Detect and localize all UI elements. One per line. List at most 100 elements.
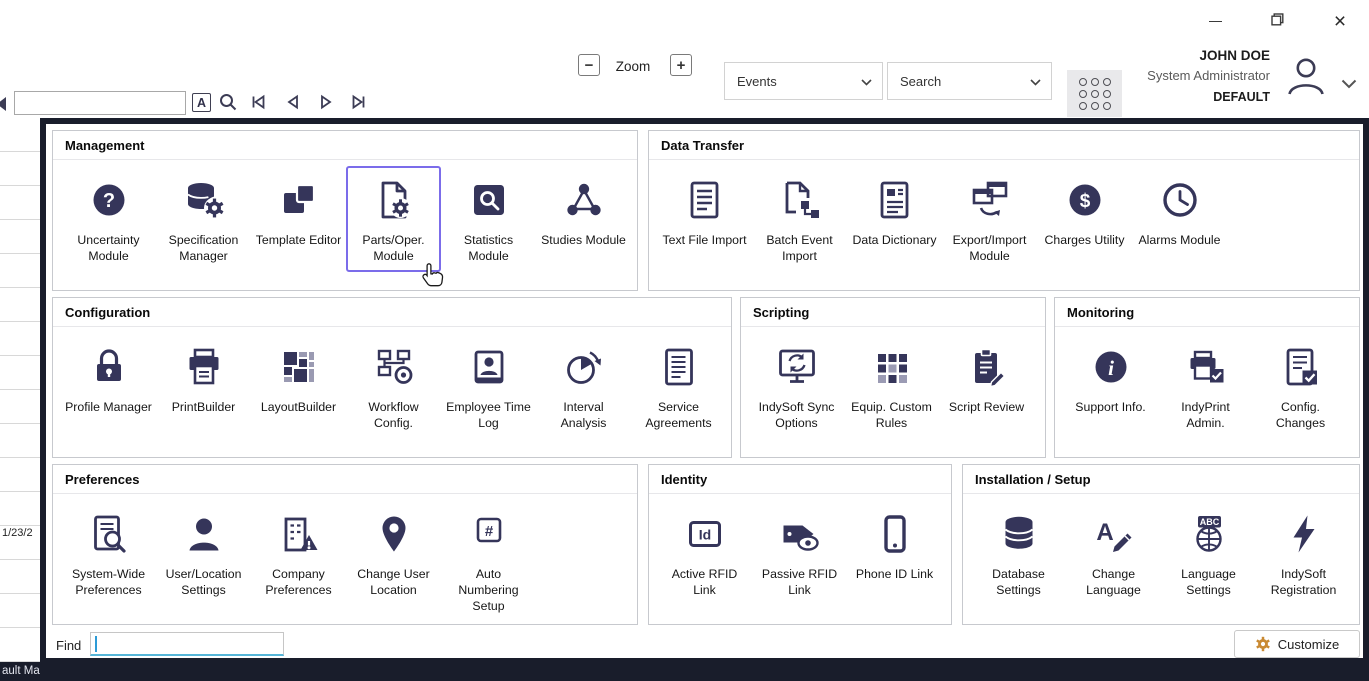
tile-interval-analysis[interactable]: Interval Analysis (536, 333, 631, 439)
tile-label: Change Language (1068, 566, 1159, 598)
tile-alarms-module[interactable]: Alarms Module (1132, 166, 1227, 256)
tile-database-settings[interactable]: Database Settings (971, 500, 1066, 606)
tile-label: Active RFID Link (659, 566, 750, 598)
user-profile: DEFAULT (1120, 90, 1270, 104)
tile-system-wide-preferences[interactable]: System-Wide Preferences (61, 500, 156, 606)
tile-company-preferences[interactable]: Company Preferences (251, 500, 346, 606)
window-restore-button[interactable] (1258, 8, 1296, 34)
tile-batch-event-import[interactable]: Batch Event Import (752, 166, 847, 272)
customize-gear-icon (1255, 636, 1271, 652)
tile-service-agreements[interactable]: Service Agreements (631, 333, 726, 439)
zoom-in-button[interactable]: + (670, 54, 692, 76)
tile-indyprint-admin[interactable]: IndyPrint Admin. (1158, 333, 1253, 439)
search-dropdown[interactable]: Search (887, 62, 1052, 100)
customize-button[interactable]: Customize (1234, 630, 1360, 658)
tile-indysoft-registration[interactable]: IndySoft Registration (1256, 500, 1351, 606)
tile-charges-utility[interactable]: $ Charges Utility (1037, 166, 1132, 256)
quick-search-input[interactable] (14, 91, 186, 115)
tile-label: PrintBuilder (170, 399, 238, 415)
group-title: Monitoring (1055, 298, 1359, 327)
tile-auto-numbering-setup[interactable]: #Auto Numbering Setup (441, 500, 536, 623)
tile-label: Export/Import Module (944, 232, 1035, 264)
tile-support-info[interactable]: i Support Info. (1063, 333, 1158, 423)
tile-data-dictionary[interactable]: Data Dictionary (847, 166, 942, 256)
tile-label: Profile Manager (63, 399, 154, 415)
tile-studies-module[interactable]: Studies Module (536, 166, 631, 256)
tile-indysoft-sync-options[interactable]: IndySoft Sync Options (749, 333, 844, 439)
tile-template-editor[interactable]: Template Editor (251, 166, 346, 256)
tile-specification-manager[interactable]: Specification Manager (156, 166, 251, 272)
tile-label: Parts/Oper. Module (348, 232, 439, 264)
tile-uncertainty-module[interactable]: ?Uncertainty Module (61, 166, 156, 272)
abc-globe-icon: ABC (1187, 510, 1231, 558)
svg-text:?: ? (102, 190, 114, 212)
tile-label: Database Settings (973, 566, 1064, 598)
group-data-transfer: Data TransferText File ImportBatch Event… (648, 130, 1360, 291)
find-input[interactable] (90, 632, 284, 656)
svg-text:ABC: ABC (1199, 517, 1219, 527)
grid-rules-icon (870, 343, 914, 391)
user-name: JOHN DOE (1120, 48, 1270, 63)
tile-export-import-module[interactable]: Export/Import Module (942, 166, 1037, 272)
minimize-icon (1209, 21, 1222, 22)
statusbar-text: ault Ma (2, 665, 40, 677)
employee-card-icon (467, 343, 511, 391)
search-icon[interactable] (218, 92, 238, 112)
events-dropdown[interactable]: Events (724, 62, 883, 100)
tile-label: Script Review (947, 399, 1026, 415)
apps-grid-icon (1079, 78, 1111, 110)
svg-text:i: i (1108, 356, 1114, 380)
tile-parts-oper-module[interactable]: Parts/Oper. Module (346, 166, 441, 272)
dollar-circle-icon: $ (1063, 176, 1107, 224)
tile-label: Support Info. (1073, 399, 1147, 415)
tile-script-review[interactable]: Script Review (939, 333, 1034, 423)
group-title: Scripting (741, 298, 1045, 327)
tile-layoutbuilder[interactable]: LayoutBuilder (251, 333, 346, 423)
user-chevron-icon[interactable] (1341, 76, 1357, 94)
company-warning-icon (277, 510, 321, 558)
match-case-button[interactable]: A (192, 93, 211, 112)
last-record-button[interactable] (349, 92, 369, 112)
window-close-button[interactable]: × (1321, 8, 1359, 34)
tile-text-file-import[interactable]: Text File Import (657, 166, 752, 256)
tile-statistics-module[interactable]: Statistics Module (441, 166, 536, 272)
match-case-glyph: A (197, 96, 206, 110)
doc-check-icon (1279, 343, 1323, 391)
lock-icon (87, 343, 131, 391)
tile-label: Phone ID Link (854, 566, 935, 582)
tile-passive-rfid-link[interactable]: Passive RFID Link (752, 500, 847, 606)
previous-record-button[interactable] (283, 92, 303, 112)
tile-equip-custom-rules[interactable]: Equip. Custom Rules (844, 333, 939, 439)
background-table-fragment: 1/23/2 (0, 118, 40, 662)
tile-label: Batch Event Import (754, 232, 845, 264)
close-icon: × (1334, 11, 1346, 32)
customize-label: Customize (1278, 637, 1339, 652)
group-monitoring: Monitoring i Support Info. IndyPrint Admin.… (1054, 297, 1360, 458)
tile-user-location-settings[interactable]: User/Location Settings (156, 500, 251, 606)
group-title: Preferences (53, 465, 637, 494)
apps-grid-button[interactable] (1067, 70, 1122, 117)
tile-label: Equip. Custom Rules (846, 399, 937, 431)
tile-profile-manager[interactable]: Profile Manager (61, 333, 156, 423)
zoom-out-button[interactable]: − (578, 54, 600, 76)
phone-icon (873, 510, 917, 558)
user-avatar[interactable] (1283, 53, 1329, 104)
tile-label: Alarms Module (1136, 232, 1222, 248)
next-record-button[interactable] (316, 92, 336, 112)
tile-language-settings[interactable]: ABCLanguage Settings (1161, 500, 1256, 606)
tile-printbuilder[interactable]: PrintBuilder (156, 333, 251, 423)
group-installation-setup: Installation / SetupDatabase SettingsACh… (962, 464, 1360, 625)
tile-change-user-location[interactable]: Change User Location (346, 500, 441, 606)
agreement-doc-icon (657, 343, 701, 391)
tile-config-changes[interactable]: Config. Changes (1253, 333, 1348, 439)
tile-phone-id-link[interactable]: Phone ID Link (847, 500, 942, 590)
tag-eye-icon (778, 510, 822, 558)
tile-workflow-config[interactable]: Workflow Config. (346, 333, 441, 439)
tile-active-rfid-link[interactable]: IdActive RFID Link (657, 500, 752, 606)
chevron-down-icon (861, 74, 872, 89)
window-minimize-button[interactable] (1196, 8, 1234, 34)
tile-label: Charges Utility (1043, 232, 1127, 248)
tile-employee-time-log[interactable]: Employee Time Log (441, 333, 536, 439)
tile-change-language[interactable]: AChange Language (1066, 500, 1161, 606)
first-record-button[interactable] (248, 92, 268, 112)
